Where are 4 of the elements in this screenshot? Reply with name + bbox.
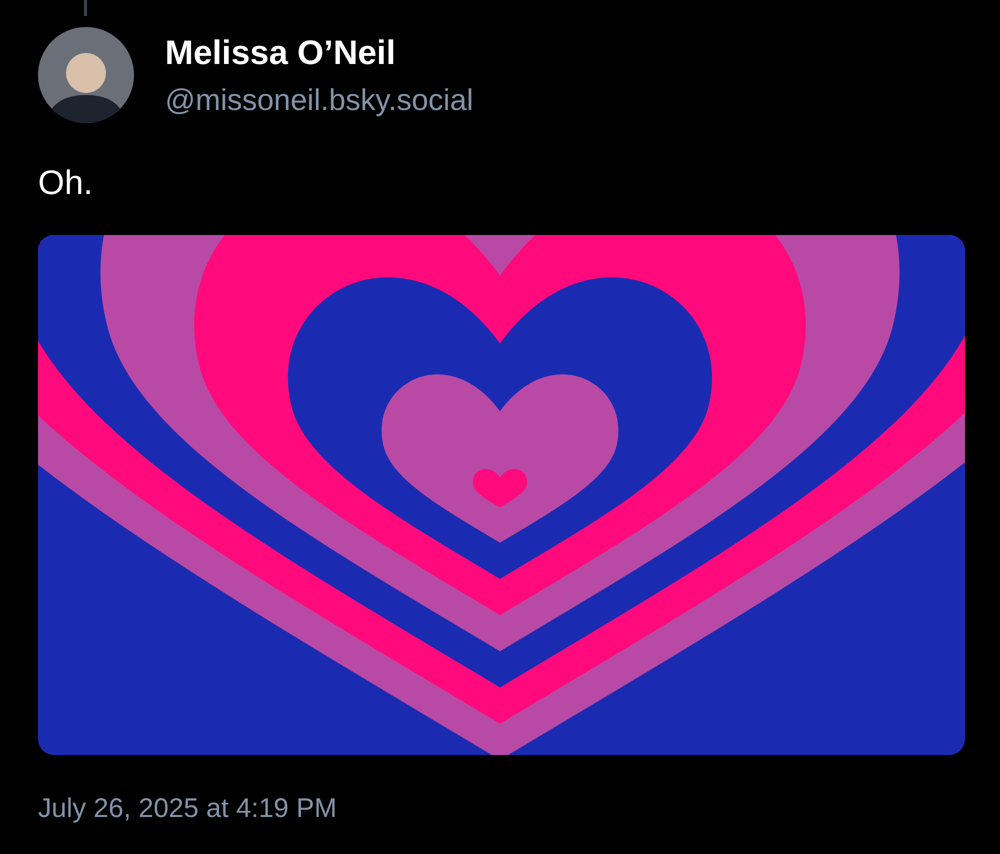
author-handle[interactable]: @missoneil.bsky.social (165, 83, 474, 119)
post-timestamp: July 26, 2025 at 4:19 PM (38, 792, 338, 825)
post-text: Oh. (38, 163, 94, 203)
author-name[interactable]: Melissa O’Neil (165, 33, 474, 73)
